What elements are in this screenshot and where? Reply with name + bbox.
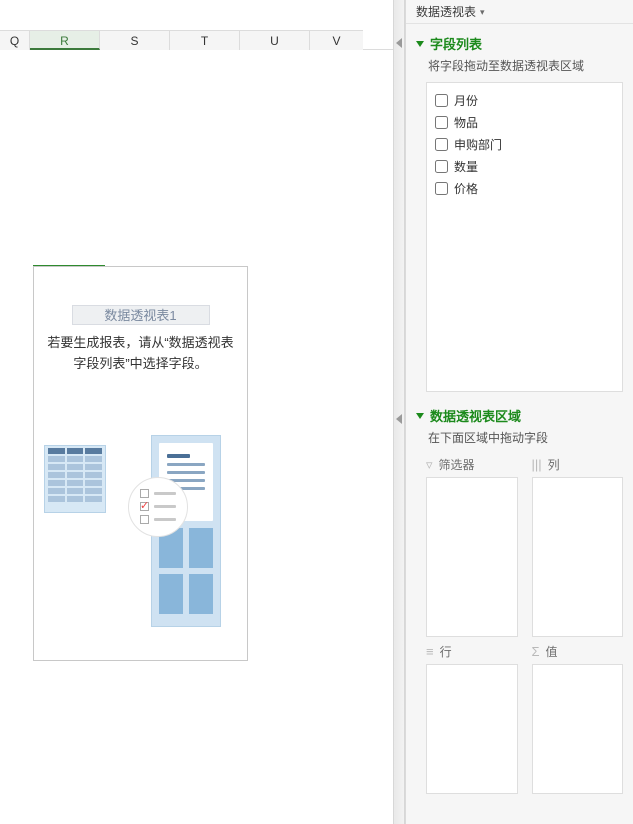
areas-heading-text: 数据透视表区域: [430, 406, 521, 425]
collapse-caret-icon[interactable]: [396, 38, 402, 48]
col-header-R[interactable]: R: [30, 30, 100, 50]
dropdown-caret-icon[interactable]: ▾: [480, 0, 485, 24]
areas-grid: ▿ 筛选器 ||| 列 ≡ 行 Σ: [406, 452, 633, 816]
collapse-caret-icon[interactable]: [396, 414, 402, 424]
expand-caret-icon: [416, 413, 424, 419]
areas-sub: 在下面区域中拖动字段: [406, 429, 633, 452]
area-values: Σ 值: [532, 643, 624, 794]
col-header-S[interactable]: S: [100, 30, 170, 50]
area-values-dropzone[interactable]: [532, 664, 624, 794]
column-headers: Q R S T U V: [0, 30, 393, 50]
field-item: 数量: [435, 155, 614, 177]
col-header-Q[interactable]: Q: [0, 30, 30, 50]
app-root: Q R S T U V 数据透视表1 若要生成报表，请从“数据透视表字段列表”中…: [0, 0, 633, 824]
columns-icon: |||: [532, 457, 542, 472]
field-item: 价格: [435, 177, 614, 199]
area-filter-label: ▿ 筛选器: [426, 456, 518, 473]
field-label[interactable]: 数量: [454, 158, 478, 175]
area-columns-dropzone[interactable]: [532, 477, 624, 637]
area-rows: ≡ 行: [426, 643, 518, 794]
pivot-placeholder-hint: 若要生成报表，请从“数据透视表字段列表”中选择字段。: [46, 333, 235, 375]
col-header-U[interactable]: U: [240, 30, 310, 50]
field-label[interactable]: 价格: [454, 180, 478, 197]
pivot-field-panel: 数据透视表 ▾ 字段列表 将字段拖动至数据透视表区域 月份 物品 申购部门: [405, 0, 633, 824]
col-header-V[interactable]: V: [310, 30, 363, 50]
sigma-icon: Σ: [532, 644, 540, 659]
field-list-box[interactable]: 月份 物品 申购部门 数量 价格: [426, 82, 623, 392]
field-list-heading-text: 字段列表: [430, 34, 482, 53]
areas-heading[interactable]: 数据透视表区域: [406, 396, 633, 429]
panel-title-text: 数据透视表: [416, 0, 476, 24]
field-checkbox[interactable]: [435, 94, 448, 107]
panel-title-bar[interactable]: 数据透视表 ▾: [406, 0, 633, 24]
area-rows-dropzone[interactable]: [426, 664, 518, 794]
expand-caret-icon: [416, 41, 424, 47]
worksheet-area[interactable]: Q R S T U V 数据透视表1 若要生成报表，请从“数据透视表字段列表”中…: [0, 0, 393, 824]
field-label[interactable]: 月份: [454, 92, 478, 109]
field-checkbox[interactable]: [435, 182, 448, 195]
area-columns-label: ||| 列: [532, 456, 624, 473]
field-checkbox[interactable]: [435, 116, 448, 129]
area-columns: ||| 列: [532, 456, 624, 637]
field-item: 物品: [435, 111, 614, 133]
pivot-placeholder-title: 数据透视表1: [72, 305, 210, 325]
field-label[interactable]: 申购部门: [454, 136, 502, 153]
col-header-T[interactable]: T: [170, 30, 240, 50]
field-item: 申购部门: [435, 133, 614, 155]
field-checkbox[interactable]: [435, 160, 448, 173]
field-label[interactable]: 物品: [454, 114, 478, 131]
rows-icon: ≡: [426, 644, 434, 659]
field-item: 月份: [435, 89, 614, 111]
area-filter: ▿ 筛选器: [426, 456, 518, 637]
area-values-label: Σ 值: [532, 643, 624, 660]
illus-checklist-icon: [128, 477, 188, 537]
field-list-heading[interactable]: 字段列表: [406, 24, 633, 57]
field-list-sub: 将字段拖动至数据透视表区域: [406, 57, 633, 80]
filter-icon: ▿: [426, 457, 433, 473]
pivot-placeholder-illustration: [46, 445, 235, 645]
pivot-placeholder-card[interactable]: 数据透视表1 若要生成报表，请从“数据透视表字段列表”中选择字段。: [33, 266, 248, 661]
field-checkbox[interactable]: [435, 138, 448, 151]
panel-splitter[interactable]: [393, 0, 405, 824]
area-rows-label: ≡ 行: [426, 643, 518, 660]
illus-table-icon: [44, 445, 106, 513]
area-filter-dropzone[interactable]: [426, 477, 518, 637]
